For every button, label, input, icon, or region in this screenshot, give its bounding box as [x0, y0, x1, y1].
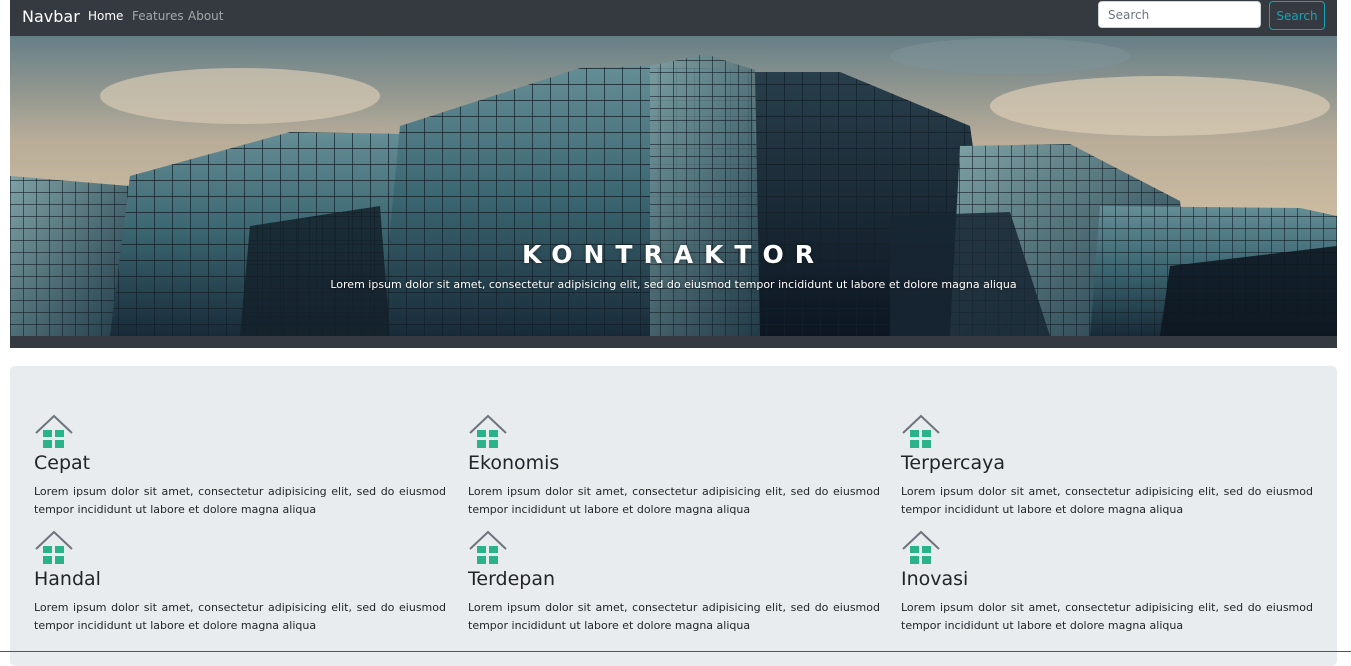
- house-icon: [35, 414, 73, 448]
- feature-title: Terpercaya: [901, 452, 1005, 474]
- house-icon: [35, 530, 73, 564]
- house-icon: [469, 414, 507, 448]
- feature-text: Lorem ipsum dolor sit amet, consectetur …: [468, 485, 880, 516]
- nav-link-about[interactable]: About: [188, 9, 223, 23]
- navbar: Navbar Home Features About Search: [10, 0, 1337, 36]
- hero-subtitle: Lorem ipsum dolor sit amet, consectetur …: [330, 278, 1017, 291]
- nav-link-features[interactable]: Features: [132, 9, 184, 23]
- hero-bottom-strip: [10, 336, 1337, 348]
- feature-text: Lorem ipsum dolor sit amet, consectetur …: [468, 601, 880, 632]
- page-divider: [0, 651, 1351, 652]
- navbar-brand[interactable]: Navbar: [22, 7, 80, 26]
- feature-title: Handal: [34, 568, 101, 590]
- hero-background-image: [10, 36, 1337, 336]
- feature-title: Ekonomis: [468, 452, 560, 474]
- hero-title: KONTRAKTOR: [521, 240, 825, 269]
- feature-text: Lorem ipsum dolor sit amet, consectetur …: [34, 485, 446, 516]
- feature-text: Lorem ipsum dolor sit amet, consectetur …: [901, 485, 1313, 516]
- search-input[interactable]: [1098, 1, 1261, 28]
- feature-title: Inovasi: [901, 568, 969, 590]
- feature-text: Lorem ipsum dolor sit amet, consectetur …: [901, 601, 1313, 632]
- feature-title: Terdepan: [468, 568, 556, 590]
- feature-text: Lorem ipsum dolor sit amet, consectetur …: [34, 601, 446, 632]
- search-button[interactable]: Search: [1269, 1, 1325, 30]
- house-icon: [902, 530, 940, 564]
- feature-title: Cepat: [34, 452, 91, 474]
- nav-link-home[interactable]: Home: [88, 9, 123, 23]
- features-section: Cepat Lorem ipsum dolor sit amet, consec…: [10, 366, 1337, 666]
- house-icon: [469, 530, 507, 564]
- hero-banner: KONTRAKTOR Lorem ipsum dolor sit amet, c…: [10, 36, 1337, 336]
- house-icon: [902, 414, 940, 448]
